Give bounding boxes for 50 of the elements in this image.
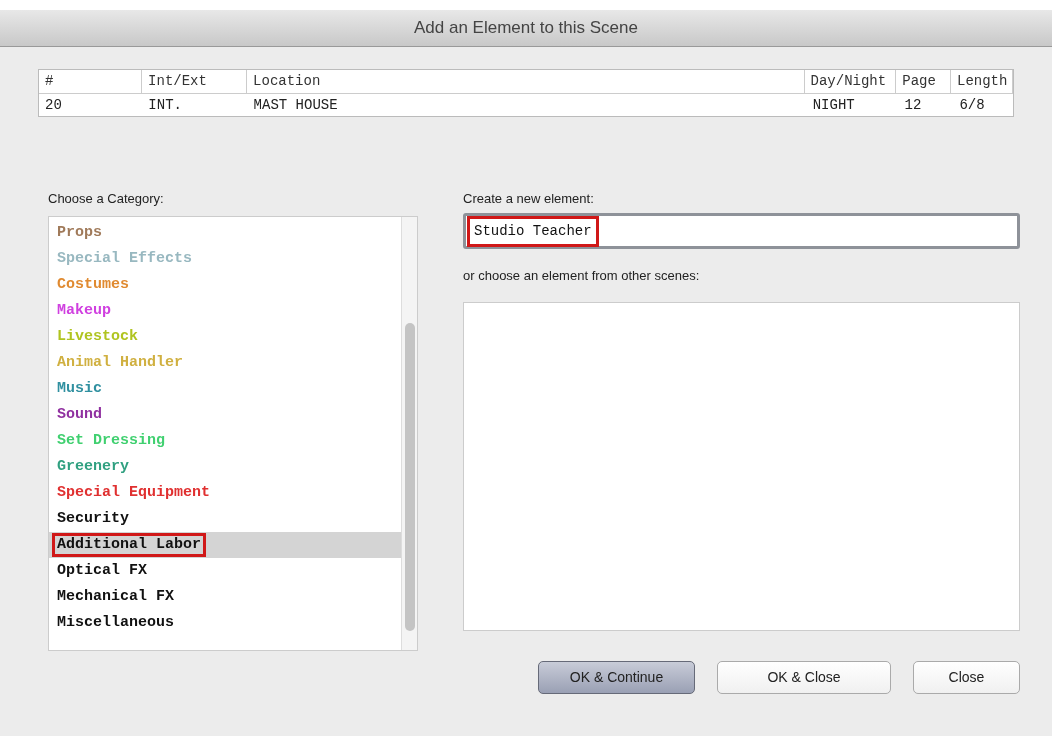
category-label: Props [56, 223, 103, 243]
category-label: Security [56, 509, 130, 529]
category-item[interactable]: Music [49, 376, 401, 402]
category-label: Animal Handler [56, 353, 185, 373]
category-label: Mechanical FX [56, 587, 176, 607]
table-cell-text: 20 [44, 95, 63, 115]
column-header[interactable]: Page [896, 70, 951, 93]
dialog-button[interactable]: OK & Continue [538, 661, 695, 694]
category-label: Miscellaneous [56, 613, 176, 633]
category-label: Livestock [56, 327, 139, 347]
dialog-button[interactable]: OK & Close [717, 661, 891, 694]
category-label: Music [56, 379, 103, 399]
column-header[interactable]: # [39, 70, 143, 93]
category-item[interactable]: Props [49, 220, 401, 246]
category-item[interactable]: Optical FX [49, 558, 401, 584]
column-header[interactable]: Location [247, 70, 805, 93]
field-value: Studio Teacher [467, 215, 599, 247]
category-item[interactable]: Mechanical FX [49, 584, 401, 610]
category-label: Special Effects [56, 249, 194, 269]
window-title: Add an Element to this Scene [414, 17, 638, 40]
element-list[interactable] [463, 302, 1020, 631]
category-label: Special Equipment [56, 483, 212, 503]
category-item[interactable]: Miscellaneous [49, 610, 401, 636]
table-cell-text: NIGHT [811, 95, 856, 115]
table-cell-text: INT. [147, 95, 183, 115]
category-label: Sound [56, 405, 103, 425]
category-item[interactable]: Special Equipment [49, 480, 401, 506]
column-header[interactable]: Int/Ext [142, 70, 248, 93]
category-label: Makeup [56, 301, 112, 321]
category-label: Additional Labor [52, 533, 207, 557]
new-element-label: Create a new element: [463, 190, 595, 208]
new-element-field[interactable]: Studio Teacher [463, 213, 1020, 249]
category-item[interactable]: Sound [49, 402, 401, 428]
category-label: Greenery [56, 457, 130, 477]
category-label: Costumes [56, 275, 130, 295]
column-header[interactable]: Day/Night [804, 70, 897, 93]
scrollbar-thumb[interactable] [404, 323, 415, 631]
category-label: Optical FX [56, 561, 148, 581]
other-scenes-label: or choose an element from other scenes: [463, 267, 701, 285]
category-label: Choose a Category: [48, 190, 165, 208]
table-cell-text: 6/8 [958, 95, 986, 115]
column-header[interactable]: Length [951, 70, 1013, 93]
scrollbar[interactable] [401, 217, 417, 650]
category-item[interactable]: Makeup [49, 298, 401, 324]
category-item[interactable]: Security [49, 506, 401, 532]
table-cell-text: MAST HOUSE [252, 95, 339, 115]
dialog-button[interactable]: Close [913, 661, 1020, 694]
category-item[interactable]: Additional Labor [49, 532, 401, 558]
table-cell-text: 12 [903, 95, 923, 115]
category-label: Set Dressing [56, 431, 167, 451]
